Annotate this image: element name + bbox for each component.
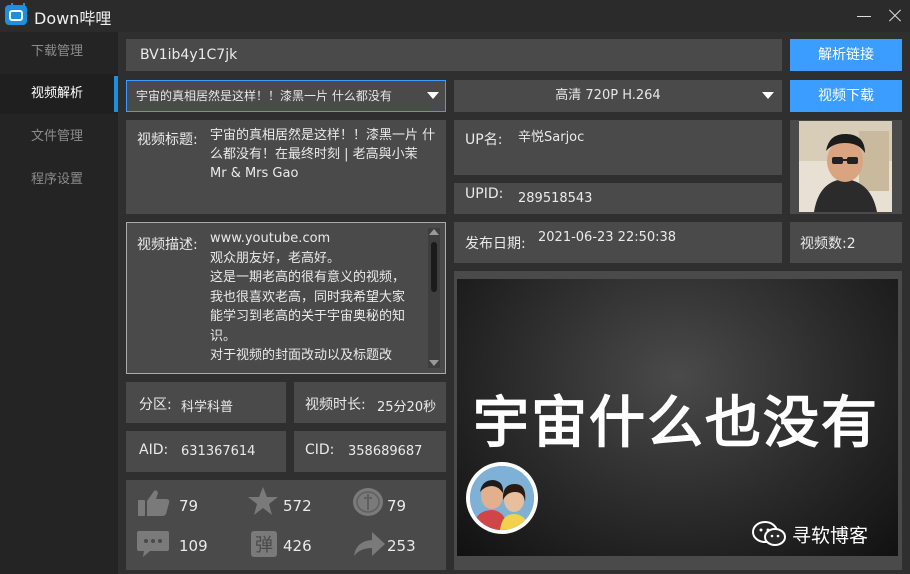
parse-link-button[interactable]: 解析链接: [790, 39, 902, 71]
thumbs-up-icon: [138, 490, 170, 516]
video-part-select-value: 宇宙的真相居然是这样！！漆黑一片 什么都没有: [136, 89, 392, 103]
close-button[interactable]: [885, 6, 905, 26]
uploader-avatar: [799, 121, 892, 212]
sidebar: 下载管理 视频解析 文件管理 程序设置: [0, 32, 118, 574]
share-icon: [354, 532, 385, 556]
cid-value: 358689687: [348, 444, 423, 459]
description-line: 识。: [210, 328, 237, 344]
comment-icon: [137, 531, 169, 557]
sidebar-item-file-manager[interactable]: 文件管理: [0, 117, 118, 157]
cover-title-text: 宇宙什么也没有: [473, 391, 879, 456]
danmaku-count: 426: [283, 537, 312, 555]
publish-date-label: 发布日期:: [465, 236, 526, 252]
description-line: www.youtube.com: [210, 231, 331, 246]
comments-count: 109: [179, 537, 208, 555]
star-icon: [248, 487, 278, 515]
minimize-button[interactable]: [854, 6, 874, 26]
coin-icon: [353, 488, 383, 516]
danmaku-icon: 弹: [251, 531, 277, 557]
coins-count: 79: [387, 497, 407, 515]
title-label: 视频标题:: [137, 132, 198, 148]
wechat-icon: [752, 521, 786, 546]
publish-date-value: 2021-06-23 22:50:38: [538, 230, 677, 245]
upid-label: UPID:: [465, 186, 504, 202]
title-bar: [0, 0, 910, 32]
quality-select[interactable]: 高清 720P H.264: [454, 80, 782, 112]
upid-value: 289518543: [518, 191, 593, 206]
video-part-select[interactable]: 宇宙的真相居然是这样！！漆黑一片 什么都没有: [126, 80, 446, 112]
quality-select-value: 高清 720P H.264: [555, 88, 661, 103]
category-value: 科学科普: [181, 400, 234, 415]
uploader-panel: [454, 120, 782, 175]
description-line: 这是一期老高的很有意义的视频，: [210, 270, 406, 285]
chevron-down-icon: [427, 92, 439, 99]
bvid-input[interactable]: BV1ib4y1C7jk: [126, 39, 782, 71]
description-label: 视频描述:: [137, 237, 198, 253]
shares-count: 253: [387, 537, 416, 555]
description-line: 能学习到老高的关于宇宙奥秘的知: [210, 309, 406, 324]
scroll-up-arrow-icon[interactable]: [429, 229, 439, 235]
scroll-down-arrow-icon[interactable]: [429, 360, 439, 366]
likes-count: 79: [179, 497, 199, 515]
category-label: 分区:: [139, 397, 172, 413]
stats-panel: [126, 480, 446, 570]
cover-watermark: 寻软博客: [792, 525, 869, 547]
app-title: Down哔哩: [34, 9, 112, 28]
cid-label: CID:: [305, 442, 335, 458]
description-line: 观众朋友好，老高好。: [210, 250, 341, 266]
download-video-button[interactable]: 视频下载: [790, 80, 902, 112]
aid-label: AID:: [139, 442, 169, 458]
uploader-label: UP名:: [465, 132, 503, 148]
video-count-label: 视频数:2: [800, 236, 856, 252]
title-value: 宇宙的真相居然是这样！！漆黑一片 什么都没有！在最终时刻 | 老高與小茉 Mr …: [210, 128, 436, 181]
description-text: www.youtube.com 观众朋友好，老高好。 这是一期老高的很有意义的视…: [210, 229, 424, 366]
svg-text:弹: 弹: [255, 535, 273, 556]
aid-value: 631367614: [181, 444, 256, 459]
favorites-count: 572: [283, 497, 312, 515]
bilibili-tv-icon: [5, 3, 27, 25]
duration-label: 视频时长:: [305, 397, 366, 413]
chevron-down-icon: [762, 92, 774, 99]
description-line: 我也很喜欢老高，同时我希望大家: [210, 289, 406, 305]
duration-value: 25分20秒: [377, 400, 437, 415]
cover-avatar: [470, 466, 534, 530]
description-line: 对于视频的封面改动以及标题改: [210, 348, 393, 363]
sidebar-item-video-parse[interactable]: 视频解析: [0, 74, 118, 114]
uploader-name: 辛悦Sarjoc: [518, 130, 585, 145]
sidebar-item-download-manager[interactable]: 下载管理: [0, 32, 118, 72]
description-scrollbar-thumb[interactable]: [431, 242, 437, 292]
sidebar-item-settings[interactable]: 程序设置: [0, 160, 118, 200]
